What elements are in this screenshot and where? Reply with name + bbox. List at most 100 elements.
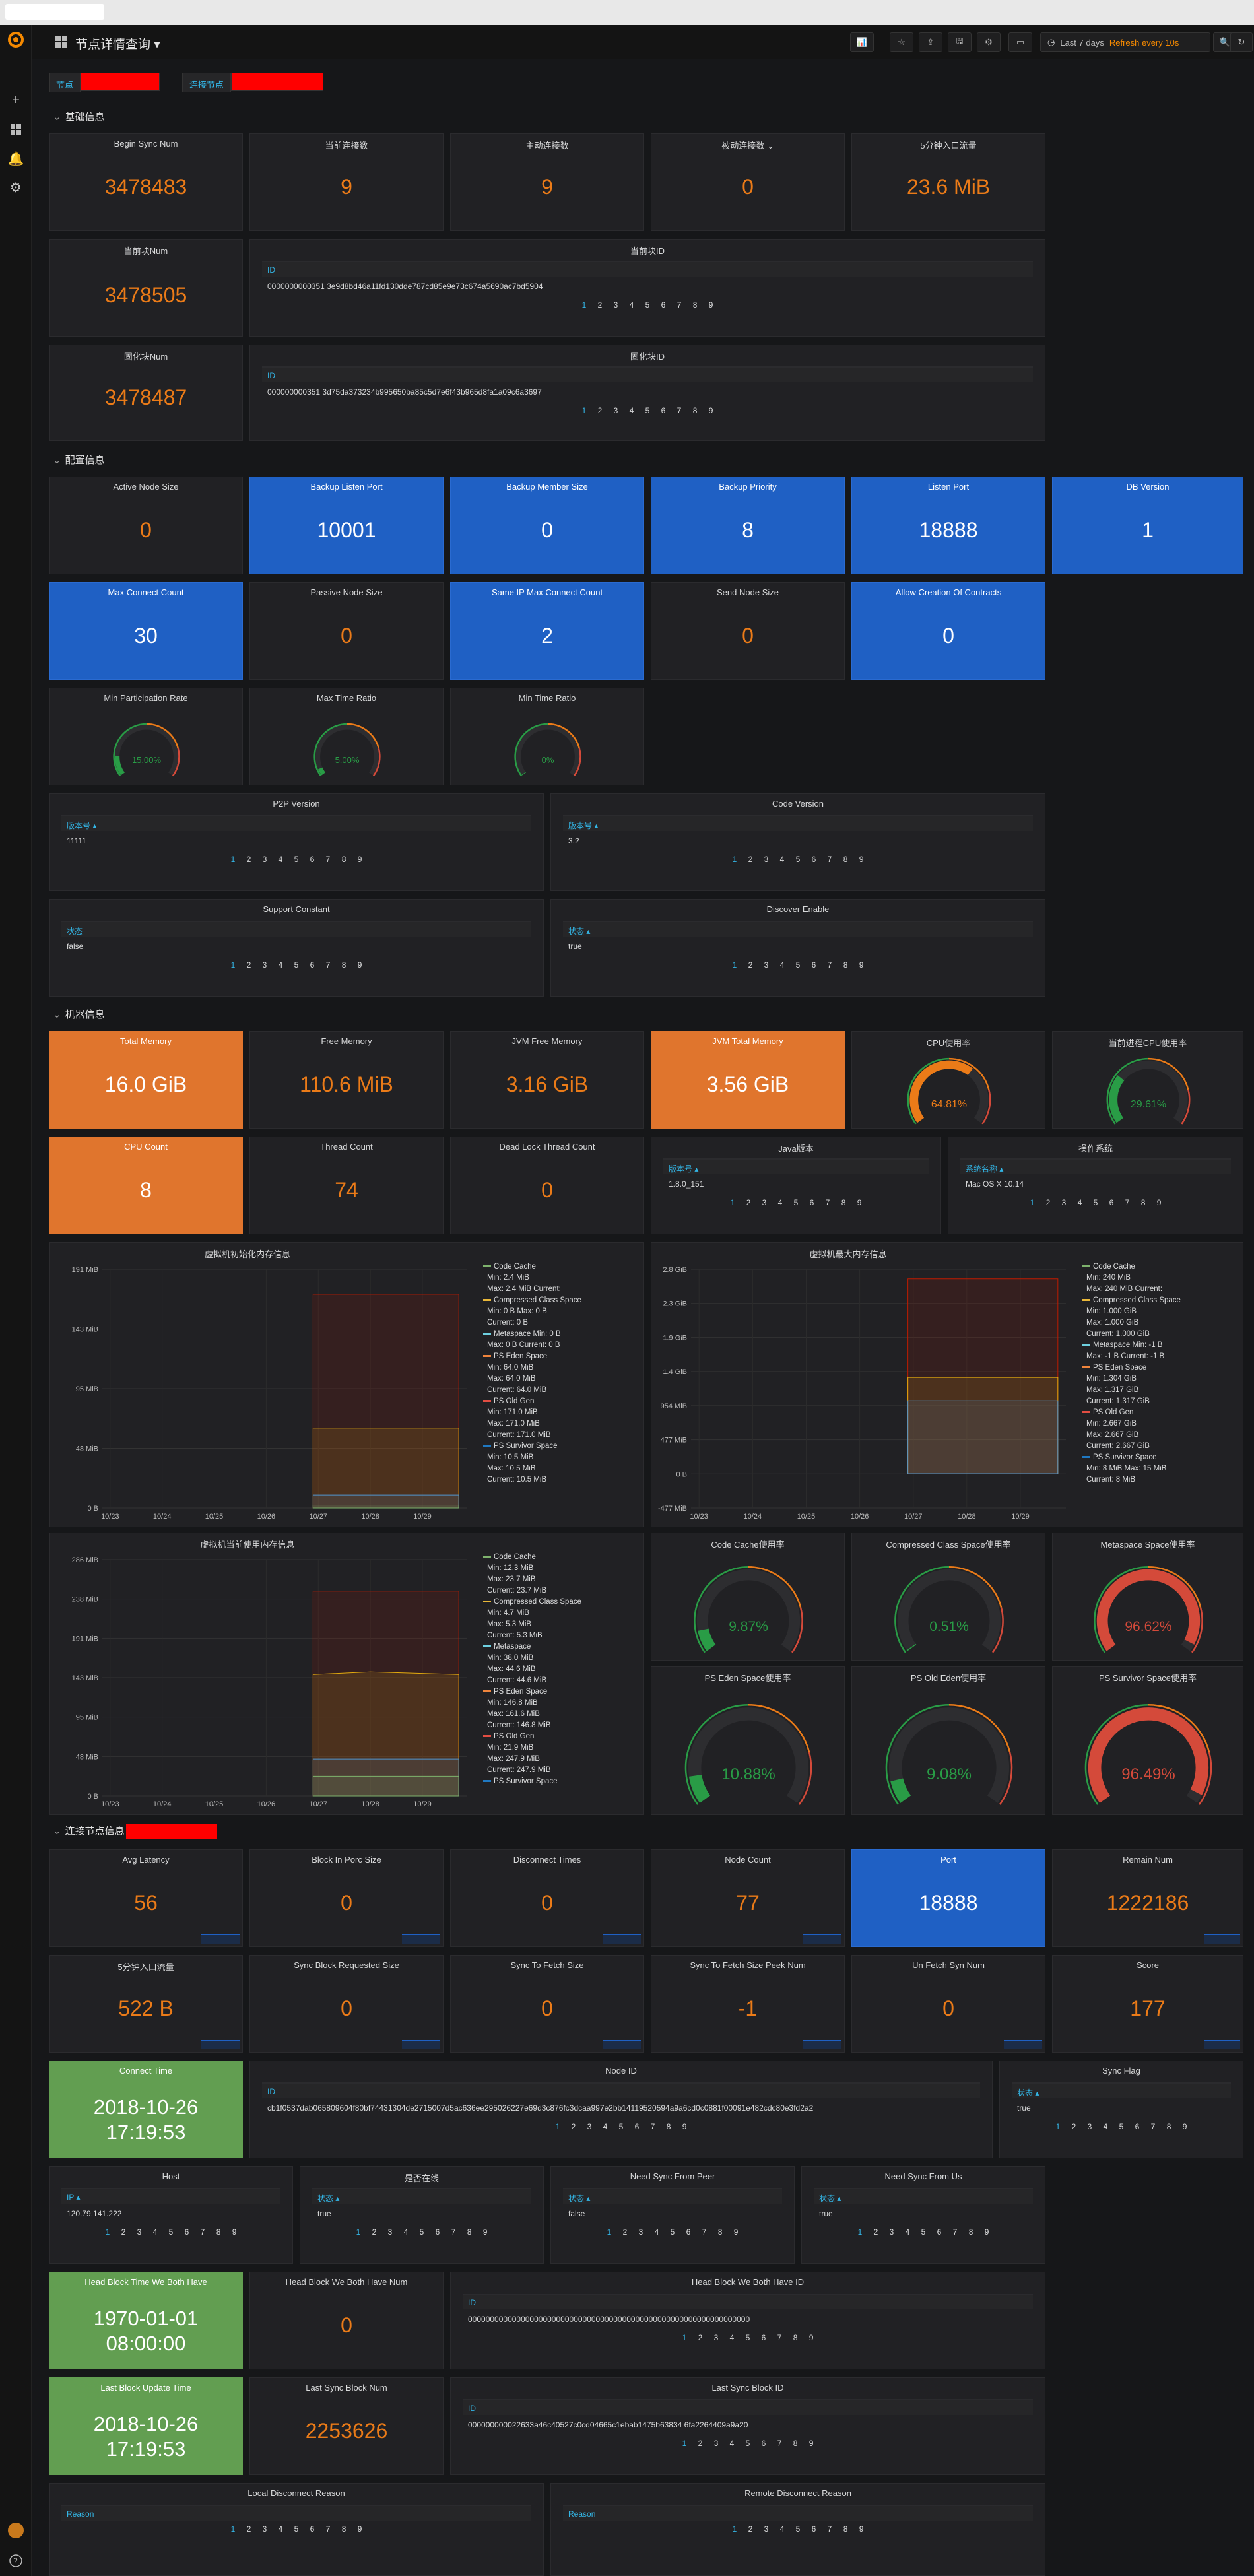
- pager-pages[interactable]: 2 3 4 5 6 7 8 9: [598, 300, 713, 310]
- browser-tab[interactable]: [5, 4, 104, 20]
- legend-entry[interactable]: Min: 171.0 MiB: [483, 1407, 642, 1418]
- legend-entry[interactable]: Current: 5.3 MiB: [483, 1630, 642, 1641]
- table-column-header[interactable]: ID: [463, 2294, 1033, 2309]
- legend-entry[interactable]: Current: 64.0 MiB: [483, 1385, 642, 1396]
- last-sync-num-stat-panel[interactable]: Last Sync Block Num 2253626: [249, 2377, 444, 2475]
- legend-entry[interactable]: Max: 2.667 GiB: [1082, 1430, 1241, 1441]
- legend-entry[interactable]: Min: 2.667 GiB: [1082, 1418, 1241, 1430]
- cur-block-id-table-panel[interactable]: 当前块ID ID 0000000000351 3e9d8bd46a11fd130dd…: [249, 239, 1045, 337]
- old-gauge-panel[interactable]: PS Old Eden使用率 9.08%: [851, 1666, 1045, 1815]
- pager-pages[interactable]: 2 3 4 5 6 7 8 9: [121, 2228, 237, 2237]
- class-space-gauge-panel[interactable]: Compressed Class Space使用率 0.51%: [851, 1533, 1045, 1661]
- flow5-stat-panel[interactable]: 5分钟入口流量 522 B: [49, 1955, 243, 2053]
- legend-entry[interactable]: Compressed Class Space: [483, 1295, 642, 1306]
- table-pager[interactable]: 1 2 3 4 5 6 7 8 9: [551, 960, 1045, 970]
- table-column-header[interactable]: 状态 ▴: [563, 2188, 782, 2204]
- pager-current[interactable]: 1: [733, 960, 737, 970]
- legend-entry[interactable]: Current: 0 B: [483, 1317, 642, 1329]
- legend-entry[interactable]: Current: 171.0 MiB: [483, 1430, 642, 1441]
- pager-current[interactable]: 1: [231, 2525, 236, 2534]
- legend-entry[interactable]: PS Survivor Space: [483, 1441, 642, 1452]
- save-icon[interactable]: 🖫: [948, 32, 972, 52]
- proc-cpu-gauge-panel[interactable]: 当前进程CPU使用率 29.61%: [1052, 1031, 1243, 1129]
- bell-icon[interactable]: 🔔: [0, 148, 32, 169]
- avatar[interactable]: [0, 2520, 32, 2541]
- legend-entry[interactable]: Current: 8 MiB: [1082, 1474, 1241, 1486]
- discover-table-panel[interactable]: Discover Enable 状态 ▴ true 1 2 3 4 5 6 7 8 9: [550, 899, 1045, 997]
- begin-sync-stat-panel[interactable]: Begin Sync Num 3478483: [49, 133, 243, 231]
- legend-entry[interactable]: Max: -1 B Current: -1 B: [1082, 1351, 1241, 1362]
- legend-entry[interactable]: Max: 5.3 MiB: [483, 1619, 642, 1630]
- block-porc-stat-panel[interactable]: Block In Porc Size 0: [249, 1849, 444, 1947]
- pager-current[interactable]: 1: [582, 300, 587, 310]
- legend-entry[interactable]: PS Eden Space: [1082, 1362, 1241, 1373]
- active-node-stat-panel[interactable]: Active Node Size 0: [49, 477, 243, 574]
- table-column-header[interactable]: Reason: [61, 2505, 531, 2521]
- tv-mode-icon[interactable]: ▭: [1008, 32, 1032, 52]
- head-id-table-panel[interactable]: Head Block We Both Have ID ID 000000000000…: [450, 2272, 1045, 2369]
- legend-entry[interactable]: Min: 8 MiB Max: 15 MiB: [1082, 1463, 1241, 1474]
- total-mem-stat-panel[interactable]: Total Memory 16.0 GiB: [49, 1031, 243, 1129]
- legend-entry[interactable]: PS Old Gen: [483, 1731, 642, 1742]
- legend-entry[interactable]: Current: 146.8 MiB: [483, 1720, 642, 1731]
- table-pager[interactable]: 1 2 3 4 5 6 7 8 9: [948, 1198, 1243, 1207]
- legend-entry[interactable]: Current: 1.000 GiB: [1082, 1329, 1241, 1340]
- head-num-stat-panel[interactable]: Head Block We Both Have Num 0: [249, 2272, 444, 2369]
- min-time-gauge-panel[interactable]: Min Time Ratio 0%: [450, 688, 644, 785]
- help-icon[interactable]: ?: [0, 2550, 32, 2571]
- pager-pages[interactable]: 2 3 4 5 6 7 8 9: [1072, 2122, 1187, 2131]
- share-icon[interactable]: ⇪: [919, 32, 942, 52]
- legend-entry[interactable]: PS Eden Space: [483, 1686, 642, 1698]
- thread-stat-panel[interactable]: Thread Count 74: [249, 1137, 444, 1234]
- solid-block-id-table-panel[interactable]: 固化块ID ID 000000000351 3d75da373234b995650b…: [249, 345, 1045, 441]
- table-column-header[interactable]: Reason: [563, 2505, 1033, 2521]
- legend-entry[interactable]: PS Survivor Space: [483, 1776, 642, 1787]
- cpu-gauge-panel[interactable]: CPU使用率 64.81%: [851, 1031, 1045, 1129]
- legend-entry[interactable]: Min: 12.3 MiB: [483, 1563, 642, 1574]
- node-count-stat-panel[interactable]: Node Count 77: [651, 1849, 845, 1947]
- table-column-header[interactable]: 状态 ▴: [312, 2188, 531, 2204]
- online-table-panel[interactable]: 是否在线 状态 ▴ true 1 2 3 4 5 6 7 8 9: [300, 2166, 544, 2264]
- table-pager[interactable]: 1 2 3 4 5 6 7 8 9: [50, 2228, 292, 2237]
- passive-conn-stat-panel[interactable]: 被动连接数 ⌄ 0: [651, 133, 845, 231]
- star-icon[interactable]: ☆: [890, 32, 913, 52]
- pager-pages[interactable]: 2 3 4 5 6 7 8 9: [748, 855, 864, 864]
- legend-entry[interactable]: Current: 247.9 MiB: [483, 1765, 642, 1776]
- table-column-header[interactable]: ID: [262, 366, 1033, 382]
- allow-contracts-stat-panel[interactable]: Allow Creation Of Contracts 0: [851, 582, 1045, 680]
- pager-current[interactable]: 1: [682, 2439, 687, 2448]
- need-peer-table-panel[interactable]: Need Sync From Peer 状态 ▴ false 1 2 3 4 5 6 …: [550, 2166, 795, 2264]
- table-pager[interactable]: 1 2 3 4 5 6 7 8 9: [250, 406, 1045, 415]
- plus-icon[interactable]: +: [0, 90, 32, 111]
- sync-peek-stat-panel[interactable]: Sync To Fetch Size Peek Num -1: [651, 1955, 845, 2053]
- pager-current[interactable]: 1: [106, 2228, 110, 2237]
- node-variable[interactable]: 节点: [49, 73, 160, 92]
- head-time-stat-panel[interactable]: Head Block Time We Both Have 1970-01-01 08…: [49, 2272, 243, 2369]
- same-ip-stat-panel[interactable]: Same IP Max Connect Count 2: [450, 582, 644, 680]
- table-column-header[interactable]: ID: [463, 2399, 1033, 2415]
- table-column-header[interactable]: 版本号 ▴: [663, 1158, 929, 1174]
- backup-port-stat-panel[interactable]: Backup Listen Port 10001: [249, 477, 444, 574]
- table-pager[interactable]: 1 2 3 4 5 6 7 8 9: [651, 1198, 940, 1207]
- legend-entry[interactable]: PS Eden Space: [483, 1351, 642, 1362]
- legend-entry[interactable]: Current: 44.6 MiB: [483, 1675, 642, 1686]
- avg-latency-stat-panel[interactable]: Avg Latency 56: [49, 1849, 243, 1947]
- sync-flag-table-panel[interactable]: Sync Flag 状态 ▴ true 1 2 3 4 5 6 7 8 9: [999, 2061, 1243, 2158]
- legend-entry[interactable]: Code Cache: [483, 1261, 642, 1272]
- add-panel-icon[interactable]: 📊: [850, 32, 874, 52]
- legend-entry[interactable]: Min: 146.8 MiB: [483, 1698, 642, 1709]
- pager-pages[interactable]: 2 3 4 5 6 7 8 9: [572, 2122, 687, 2131]
- table-pager[interactable]: 1 2 3 4 5 6 7 8 9: [551, 2228, 794, 2237]
- conn-variable-value[interactable]: [231, 73, 324, 91]
- solid-block-num-stat-panel[interactable]: 固化块Num 3478487: [49, 345, 243, 441]
- remain-stat-panel[interactable]: Remain Num 1222186: [1052, 1849, 1243, 1947]
- pager-pages[interactable]: 2 3 4 5 6 7 8 9: [748, 2525, 864, 2534]
- pager-pages[interactable]: 2 3 4 5 6 7 8 9: [247, 960, 362, 970]
- pager-pages[interactable]: 2 3 4 5 6 7 8 9: [748, 960, 864, 970]
- table-pager[interactable]: 1 2 3 4 5 6 7 8 9: [1000, 2122, 1243, 2131]
- eden-gauge-panel[interactable]: PS Eden Space使用率 10.88%: [651, 1666, 845, 1815]
- free-mem-stat-panel[interactable]: Free Memory 110.6 MiB: [249, 1031, 444, 1129]
- min-part-gauge-panel[interactable]: Min Participation Rate 15.00%: [49, 688, 243, 785]
- legend-entry[interactable]: Current: 1.317 GiB: [1082, 1396, 1241, 1407]
- dashboards-icon[interactable]: [0, 119, 32, 140]
